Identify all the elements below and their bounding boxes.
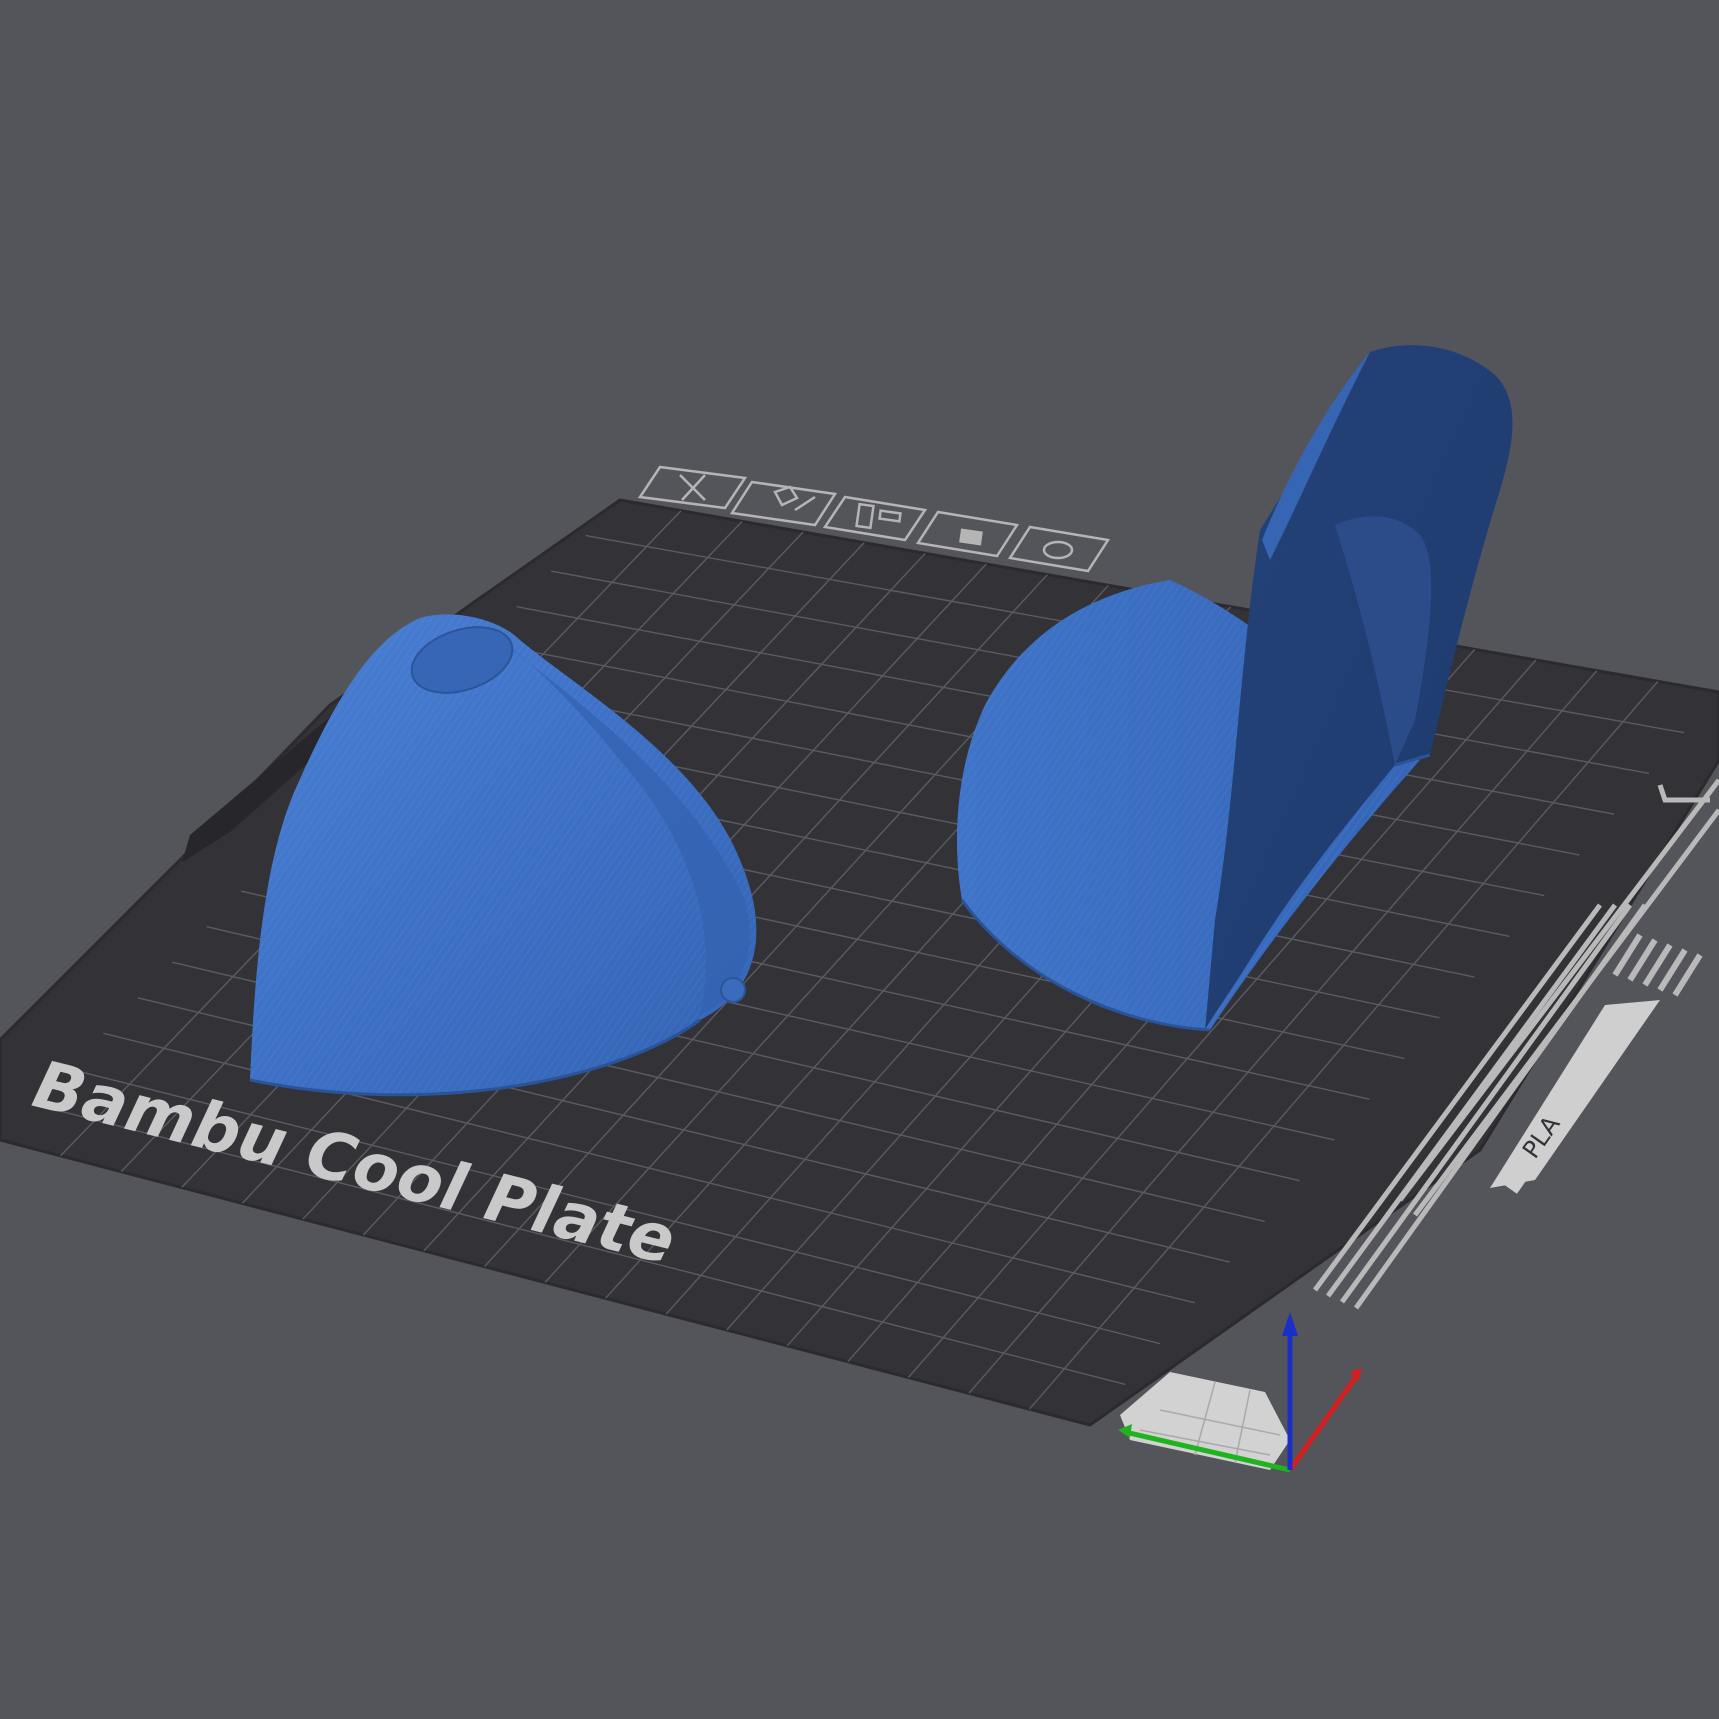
3d-viewport[interactable]: Bambu Cool Plate PLA: [0, 0, 1719, 1719]
orient-icon[interactable]: [822, 495, 928, 542]
axis-x: [1287, 1376, 1358, 1472]
plate-edge-hash: [1612, 933, 1703, 997]
close-icon[interactable]: [637, 465, 748, 510]
mount-nub: [720, 977, 746, 1003]
arrange-icon[interactable]: [729, 480, 838, 527]
lock-icon[interactable]: [915, 510, 1020, 558]
settings-icon[interactable]: [1007, 525, 1111, 573]
scene-canvas[interactable]: Bambu Cool Plate PLA: [0, 0, 1719, 1719]
